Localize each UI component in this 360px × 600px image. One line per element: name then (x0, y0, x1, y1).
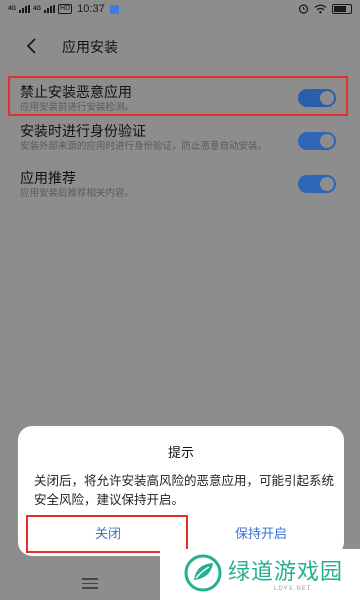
notification-icon (109, 4, 119, 14)
toggle-app-recommend[interactable] (298, 175, 336, 193)
leaf-logo-icon (184, 554, 222, 592)
wifi-icon (314, 4, 327, 13)
signal-icon (44, 5, 56, 13)
status-bar: 4G 4G HD 10:37 (0, 0, 360, 20)
watermark: 绿道游戏园 LDYX.NET (160, 549, 360, 600)
toggle-identity-verify[interactable] (298, 132, 336, 150)
highlight-box-close (26, 515, 188, 553)
battery-icon (332, 3, 352, 14)
signal-label-1: 4G (8, 5, 17, 12)
status-left: 4G 4G HD 10:37 (8, 3, 119, 15)
setting-block-app-recommend: 应用推荐 应用安装后推荐相关内容。 (20, 170, 342, 200)
highlight-box-setting (8, 76, 348, 116)
page-title: 应用安装 (62, 40, 118, 56)
chevron-left-icon (26, 38, 36, 54)
dialog-message: 关闭后，将允许安装高风险的恶意应用，可能引起系统安全风险，建议保持开启。 (34, 473, 335, 507)
back-button[interactable] (22, 36, 42, 56)
status-right (298, 3, 352, 14)
setting-description: 应用安装后推荐相关内容。 (20, 188, 135, 199)
status-time: 10:37 (77, 3, 105, 15)
header: 应用安装 (0, 26, 360, 66)
alarm-icon (298, 4, 309, 14)
setting-description: 安装外部来源的应用时进行身份验证，防止恶意自动安装。 (20, 141, 268, 152)
hd-badge: HD (58, 4, 73, 14)
setting-title: 应用推荐 (20, 171, 76, 187)
setting-block-identity-verify: 安装时进行身份验证 安装外部来源的应用时进行身份验证，防止恶意自动安装。 (20, 123, 342, 153)
dialog-title: 提示 (167, 446, 194, 461)
setting-title: 安装时进行身份验证 (20, 124, 146, 140)
watermark-text: 绿道游戏园 (228, 560, 344, 585)
signal-icon (19, 5, 31, 13)
signal-label-2: 4G (33, 5, 42, 12)
menu-icon[interactable] (82, 578, 98, 589)
keep-enabled-button[interactable]: 保持开启 (186, 523, 336, 545)
watermark-subtext: LDYX.NET (274, 586, 312, 592)
